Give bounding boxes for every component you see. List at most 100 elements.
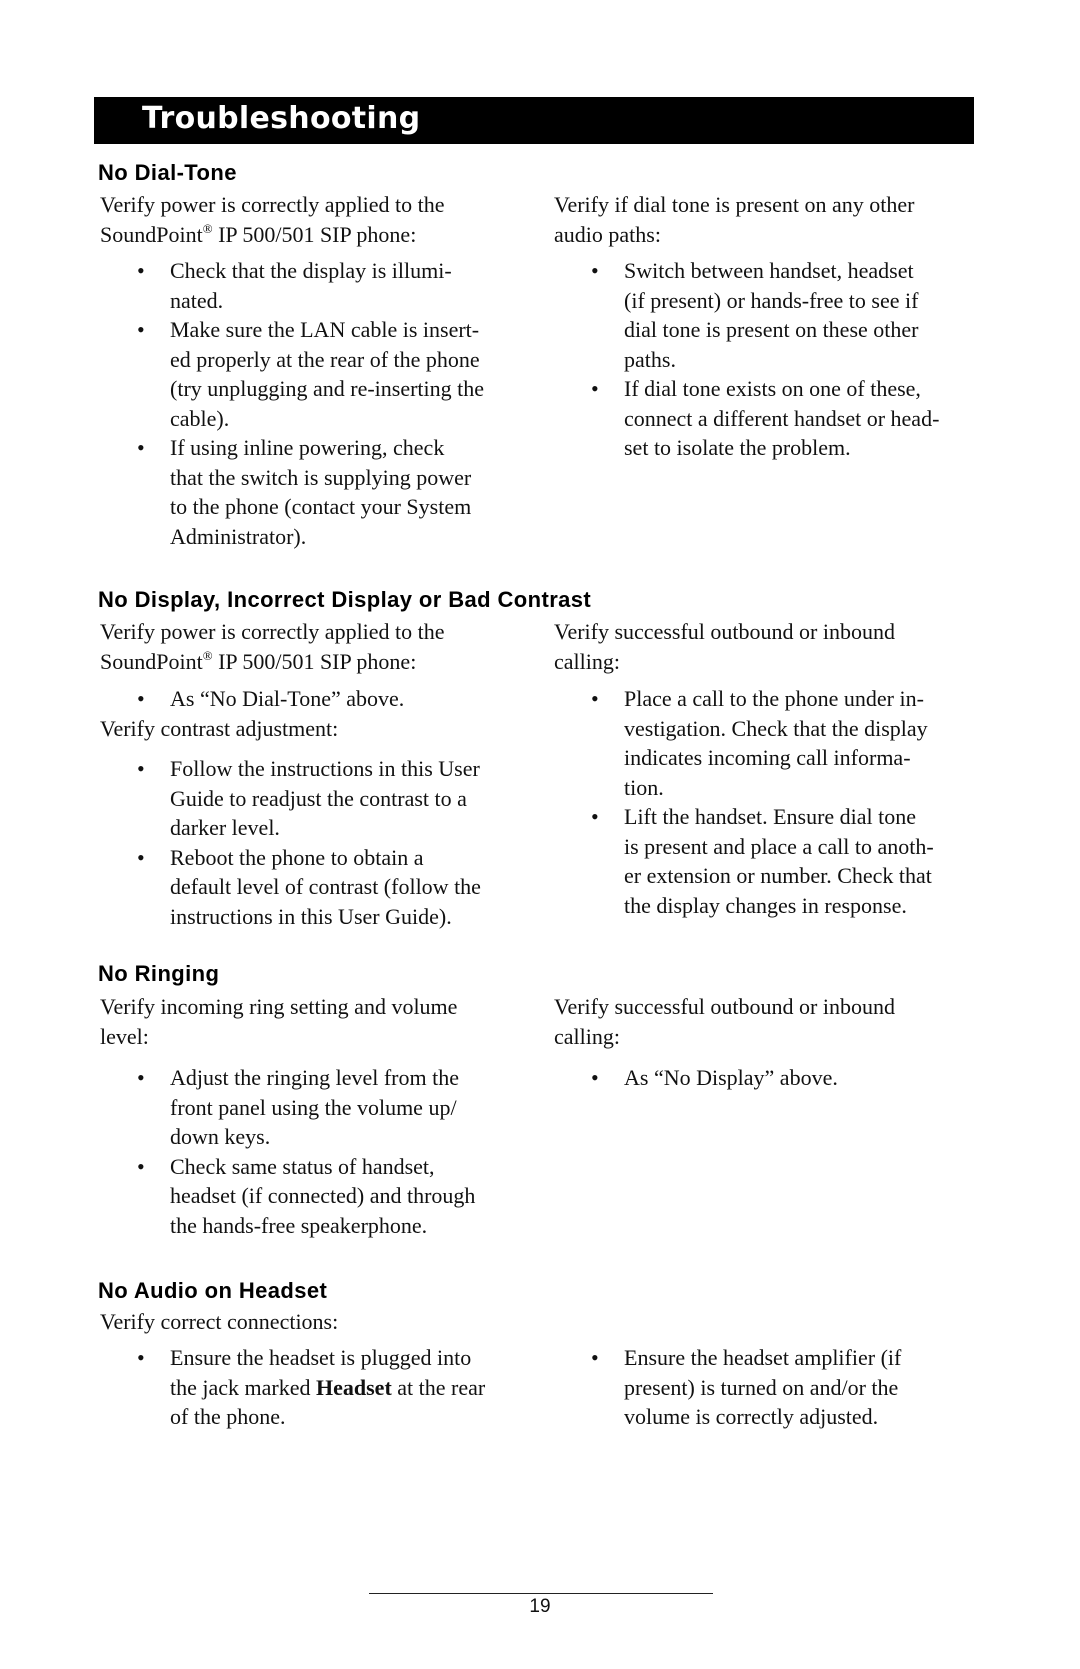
intro-line: SoundPoint xyxy=(100,221,203,247)
intro-line: Verify successful outbound or inbound xyxy=(554,619,895,644)
title-bar: Troubleshooting xyxy=(94,97,974,144)
bullet-line: Check that the display is illumi- xyxy=(170,258,452,283)
bullet-line: of the phone. xyxy=(170,1404,286,1429)
intro-line: Verify successful outbound or inbound xyxy=(554,994,895,1019)
bullet-line: paths. xyxy=(624,346,676,372)
bullet-line: the display changes in response. xyxy=(624,892,907,918)
bullet-line: Administrator). xyxy=(170,523,307,549)
bullet-icon: • xyxy=(591,804,599,829)
bullet-line: headset (if connected) and through xyxy=(170,1183,476,1208)
bullet-line: connect a different handset or head- xyxy=(624,405,940,431)
list-item: • As “No Dial-Tone” above. xyxy=(137,684,405,714)
list-item: • Adjust the ringing level from the fron… xyxy=(137,1063,475,1152)
bullet-line: Reboot the phone to obtain a xyxy=(170,844,424,870)
list-item: • Place a call to the phone under in- ve… xyxy=(591,684,934,802)
intro-line: Verify power is correctly applied to the xyxy=(100,192,445,217)
list-item: • Follow the instructions in this User G… xyxy=(137,754,481,843)
registered-mark: ® xyxy=(202,647,213,663)
intro-line: Verify if dial tone is present on any ot… xyxy=(554,192,915,217)
footer-divider xyxy=(369,1593,713,1594)
list-item: • If using inline powering, check that t… xyxy=(137,433,484,551)
intro-line: Verify incoming ring setting and volume xyxy=(100,994,458,1019)
page-number: 19 xyxy=(529,1596,551,1617)
bullet-text-segment: at the rear xyxy=(391,1374,486,1400)
bullet-line: As “No Display” above. xyxy=(624,1065,838,1090)
bullet-icon: • xyxy=(137,258,145,283)
bullet-line: Switch between handset, headset xyxy=(624,258,914,283)
intro-paragraph: Verify correct connections: xyxy=(100,1307,338,1337)
bullet-line: Lift the handset. Ensure dial tone xyxy=(624,804,917,829)
bullet-line: Make sure the LAN cable is insert- xyxy=(170,317,480,342)
intro-paragraph: Verify if dial tone is present on any ot… xyxy=(554,190,914,249)
intro-paragraph: Verify successful outbound or inbound ca… xyxy=(554,992,895,1051)
bullet-line: Place a call to the phone under in- xyxy=(624,686,924,711)
bullet-line: vestigation. Check that the display xyxy=(624,715,928,741)
intro-line: SoundPoint xyxy=(100,648,203,674)
bullet-icon: • xyxy=(137,1153,145,1179)
bullet-line: cable). xyxy=(170,405,230,431)
bullet-line: Check same status of handset, xyxy=(170,1153,435,1179)
intro-line: calling: xyxy=(554,1023,620,1049)
bullet-line: ed properly at the rear of the phone xyxy=(170,346,480,372)
list-item: • Check same status of handset, headset … xyxy=(137,1152,476,1241)
list-item: • Reboot the phone to obtain a default l… xyxy=(137,843,481,932)
bullet-line: set to isolate the problem. xyxy=(624,435,851,460)
bullet-line: Ensure the headset is plugged into xyxy=(170,1345,472,1370)
bullet-icon: • xyxy=(591,1345,599,1370)
bullet-icon: • xyxy=(137,435,145,460)
bullet-icon: • xyxy=(137,1345,145,1370)
list-item: • If dial tone exists on one of these, c… xyxy=(591,374,940,463)
bullet-list: • As “No Display” above. xyxy=(591,1063,838,1093)
list-item: • As “No Display” above. xyxy=(591,1063,838,1093)
bullet-line: Ensure the headset amplifier (if xyxy=(624,1345,902,1370)
intro-line: level: xyxy=(100,1023,149,1049)
bullet-list: • Ensure the headset is plugged into the… xyxy=(137,1343,485,1432)
list-item: • Switch between handset, headset (if pr… xyxy=(591,256,939,374)
bullet-list: • Check that the display is illumi- nate… xyxy=(137,256,485,551)
bullet-line: er extension or number. Check that xyxy=(624,863,932,888)
bullet-list: • Switch between handset, headset (if pr… xyxy=(591,256,940,463)
section-heading-no-display: No Display, Incorrect Display or Bad Con… xyxy=(98,587,592,612)
bullet-line: nated. xyxy=(170,287,224,313)
bullet-line: instructions in this User Guide). xyxy=(170,903,452,929)
bullet-line: As “No Dial-Tone” above. xyxy=(170,686,405,711)
bullet-line: Adjust the ringing level from the xyxy=(170,1065,459,1090)
bullet-line: that the switch is supplying power xyxy=(170,464,472,490)
intro-line: Verify contrast adjustment: xyxy=(100,716,339,741)
intro-paragraph: Verify power is correctly applied to the… xyxy=(100,617,445,676)
bullet-line: is present and place a call to anoth- xyxy=(624,833,934,859)
bullet-list: • Follow the instructions in this User G… xyxy=(137,754,481,932)
bullet-line: dial tone is present on these other xyxy=(624,317,919,342)
bullet-text-segment: the jack marked xyxy=(170,1374,316,1400)
bullet-line: volume is correctly adjusted. xyxy=(624,1404,879,1429)
list-item: • Check that the display is illumi- nate… xyxy=(137,256,484,315)
page-title: Troubleshooting xyxy=(142,101,421,136)
bullet-line: (if present) or hands-free to see if xyxy=(624,287,919,313)
bullet-icon: • xyxy=(591,258,599,283)
bullet-line: the hands-free speakerphone. xyxy=(170,1212,428,1238)
bullet-icon: • xyxy=(137,686,145,711)
bullet-icon: • xyxy=(137,844,145,870)
intro-line: audio paths: xyxy=(554,221,661,247)
intro-paragraph: Verify contrast adjustment: xyxy=(100,714,338,744)
bullet-line: If using inline powering, check xyxy=(170,435,445,460)
section-heading-no-audio-on-headset: No Audio on Headset xyxy=(98,1278,328,1303)
intro-line: Verify correct connections: xyxy=(100,1309,339,1334)
bullet-icon: • xyxy=(591,376,599,401)
intro-paragraph: Verify power is correctly applied to the… xyxy=(100,190,445,249)
section-heading-no-ringing: No Ringing xyxy=(98,961,220,986)
bullet-list: • As “No Dial-Tone” above. xyxy=(137,684,405,714)
bold-term-headset: Headset xyxy=(316,1374,392,1400)
bullet-line: Follow the instructions in this User xyxy=(170,756,480,781)
bullet-line: Guide to readjust the contrast to a xyxy=(170,785,467,811)
bullet-list: • Adjust the ringing level from the fron… xyxy=(137,1063,476,1241)
intro-line: Verify power is correctly applied to the xyxy=(100,619,445,644)
bullet-line: the jack marked Headset at the rear xyxy=(170,1373,485,1403)
bullet-icon: • xyxy=(137,756,145,781)
bullet-list: • Ensure the headset amplifier (if prese… xyxy=(591,1343,902,1432)
bullet-line: (try unplugging and re-inserting the xyxy=(170,376,485,401)
list-item: • Ensure the headset amplifier (if prese… xyxy=(591,1343,902,1432)
bullet-line: present) is turned on and/or the xyxy=(624,1374,899,1400)
bullet-line: tion. xyxy=(624,774,664,800)
bullet-icon: • xyxy=(591,686,599,711)
